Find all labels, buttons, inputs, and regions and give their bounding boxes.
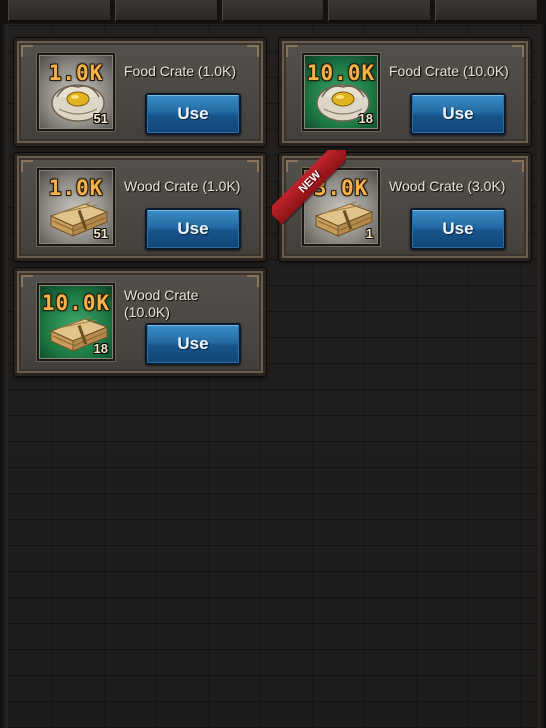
item-name: Food Crate (10.0K) xyxy=(389,63,509,79)
item-card-wood-crate-3k: 3.0K 1 Wood Crate (3.0K) Use NEW xyxy=(272,150,531,261)
item-amount: 10.0K xyxy=(306,61,376,85)
use-button[interactable]: Use xyxy=(145,93,241,135)
use-button[interactable]: Use xyxy=(145,323,241,365)
item-amount: 1.0K xyxy=(48,176,104,200)
item-count: 51 xyxy=(93,111,108,126)
use-button[interactable]: Use xyxy=(410,93,506,135)
new-badge: NEW xyxy=(272,150,346,224)
item-amount: 10.0K xyxy=(41,291,111,315)
item-name: Wood Crate (3.0K) xyxy=(389,178,506,194)
item-amount: 1.0K xyxy=(48,61,104,85)
top-tab-strip xyxy=(0,0,546,24)
item-name: Wood Crate (10.0K) xyxy=(124,287,199,320)
item-icon-frame: 10.0K 18 xyxy=(302,53,380,131)
item-icon-frame: 10.0K 18 xyxy=(37,283,115,361)
tab-1[interactable] xyxy=(8,0,111,22)
item-name: Wood Crate (1.0K) xyxy=(124,178,241,194)
use-button[interactable]: Use xyxy=(410,208,506,250)
item-count: 18 xyxy=(93,341,108,356)
item-count: 51 xyxy=(93,226,108,241)
item-card-food-crate-10k: 10.0K 18 Food Crate (10.0K) Use xyxy=(279,38,531,146)
tab-2[interactable] xyxy=(114,0,218,22)
item-count: 1 xyxy=(365,226,373,241)
item-count: 18 xyxy=(358,111,373,126)
new-badge-label: NEW xyxy=(272,150,346,224)
use-button[interactable]: Use xyxy=(145,208,241,250)
item-icon-frame: 1.0K 51 xyxy=(37,168,115,246)
inventory-screen: 1.0K 51 Food Crate (1.0K) Use 10.0K 18 F… xyxy=(0,0,546,728)
left-frame-border xyxy=(0,0,8,728)
right-frame-border xyxy=(538,0,546,728)
item-name: Food Crate (1.0K) xyxy=(124,63,237,79)
tab-4[interactable] xyxy=(328,0,432,22)
tab-3[interactable] xyxy=(221,0,325,22)
item-card-wood-crate-1k: 1.0K 51 Wood Crate (1.0K) Use xyxy=(14,153,266,261)
item-card-wood-crate-10k: 10.0K 18 Wood Crate (10.0K) Use xyxy=(14,268,266,376)
item-icon-frame: 1.0K 51 xyxy=(37,53,115,131)
item-card-food-crate-1k: 1.0K 51 Food Crate (1.0K) Use xyxy=(14,38,266,146)
tab-5[interactable] xyxy=(435,0,538,22)
